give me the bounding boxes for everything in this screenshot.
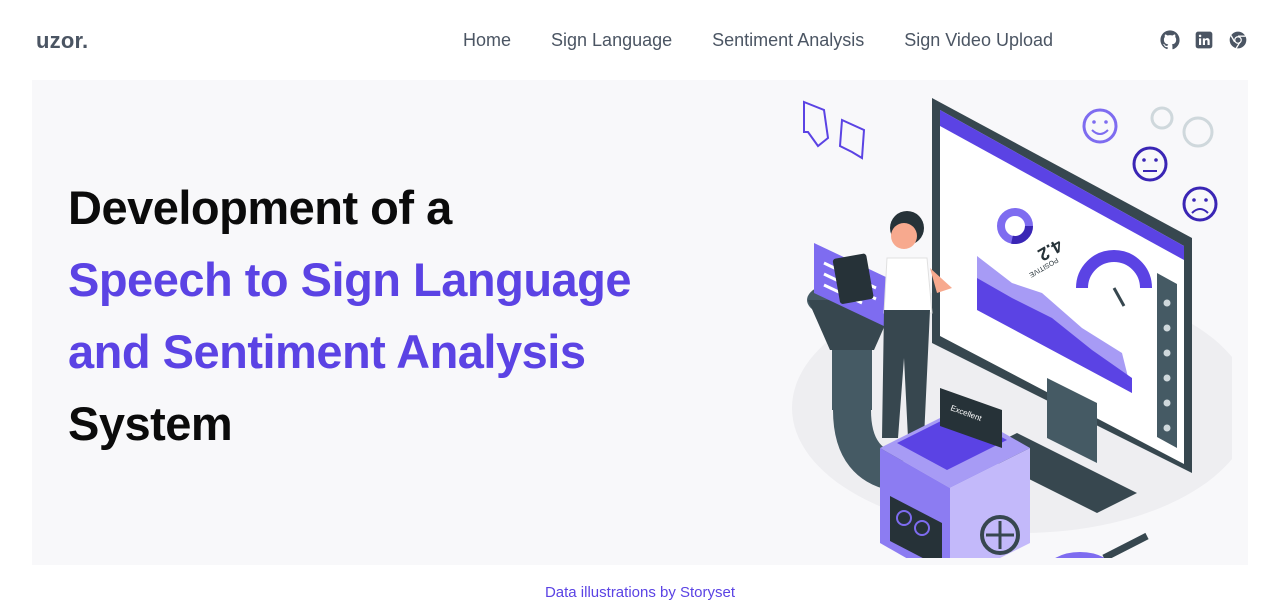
- storyset-credit-link[interactable]: Data illustrations by Storyset: [545, 584, 735, 601]
- nav-sign-language[interactable]: Sign Language: [551, 30, 672, 51]
- hero-section: Development of a Speech to Sign Language…: [32, 80, 1248, 565]
- data-illustration: 4.2 POSITIVE Excellent: [792, 98, 1232, 558]
- github-icon[interactable]: [1160, 30, 1180, 50]
- footer-credit: Data illustrations by Storyset: [0, 584, 1280, 601]
- chrome-icon[interactable]: [1228, 30, 1248, 50]
- main-nav: Home Sign Language Sentiment Analysis Si…: [463, 30, 1053, 51]
- brand-logo[interactable]: uzor.: [36, 28, 88, 54]
- hero-headline: Development of a Speech to Sign Language…: [68, 172, 708, 460]
- headline-line-4: System: [68, 397, 233, 450]
- top-navbar: uzor. Home Sign Language Sentiment Analy…: [0, 0, 1280, 80]
- nav-sign-video-upload[interactable]: Sign Video Upload: [904, 30, 1053, 51]
- headline-line-1: Development of a: [68, 181, 452, 234]
- thumbs-icons: [803, 100, 866, 160]
- nav-home[interactable]: Home: [463, 30, 511, 51]
- headline-line-2: Speech to Sign Language: [68, 253, 632, 306]
- magnifier-graphic: [1055, 532, 1149, 558]
- linkedin-icon[interactable]: [1194, 30, 1214, 50]
- nav-sentiment-analysis[interactable]: Sentiment Analysis: [712, 30, 864, 51]
- social-links: [1160, 30, 1248, 50]
- headline-line-3: and Sentiment Analysis: [68, 325, 586, 378]
